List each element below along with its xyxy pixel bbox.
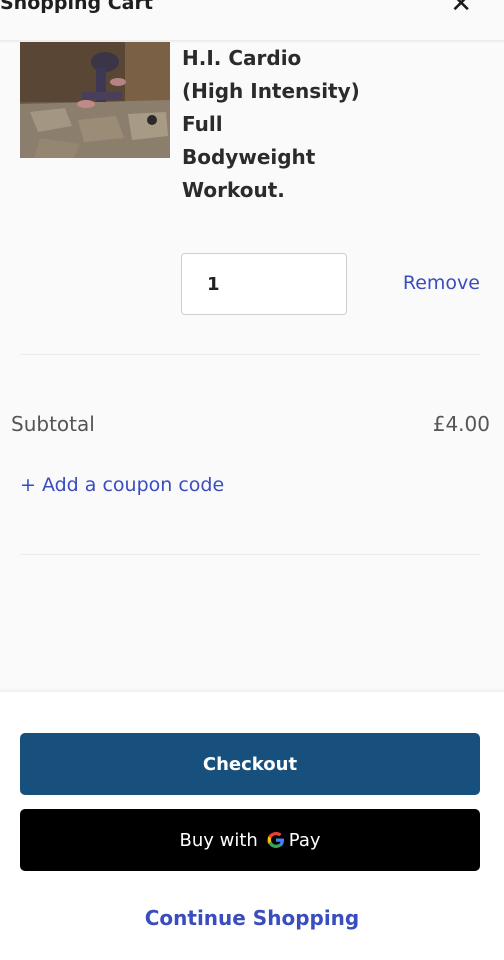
product-thumbnail[interactable] [20, 42, 170, 158]
subtotal-label: Subtotal [11, 412, 95, 436]
divider [20, 354, 480, 355]
quantity-input[interactable] [181, 253, 347, 315]
continue-shopping-link[interactable]: Continue Shopping [0, 906, 504, 930]
gpay-suffix: Pay [288, 829, 321, 851]
cart-header: Shopping Cart ✕ [0, 0, 504, 41]
remove-link[interactable]: Remove [403, 272, 480, 294]
close-icon[interactable]: ✕ [450, 0, 472, 17]
product-name: H.I. Cardio (High Intensity) Full Bodywe… [182, 46, 360, 202]
product-photo [20, 42, 170, 158]
gpay-prefix: Buy with [179, 829, 258, 851]
cart-title: Shopping Cart [0, 0, 153, 14]
google-g-icon [266, 830, 286, 850]
add-coupon-link[interactable]: + Add a coupon code [20, 474, 224, 496]
checkout-button[interactable]: Checkout [20, 733, 480, 795]
subtotal-value: £4.00 [432, 412, 490, 436]
google-pay-button[interactable]: Buy with Pay [20, 809, 480, 871]
divider [20, 554, 480, 555]
